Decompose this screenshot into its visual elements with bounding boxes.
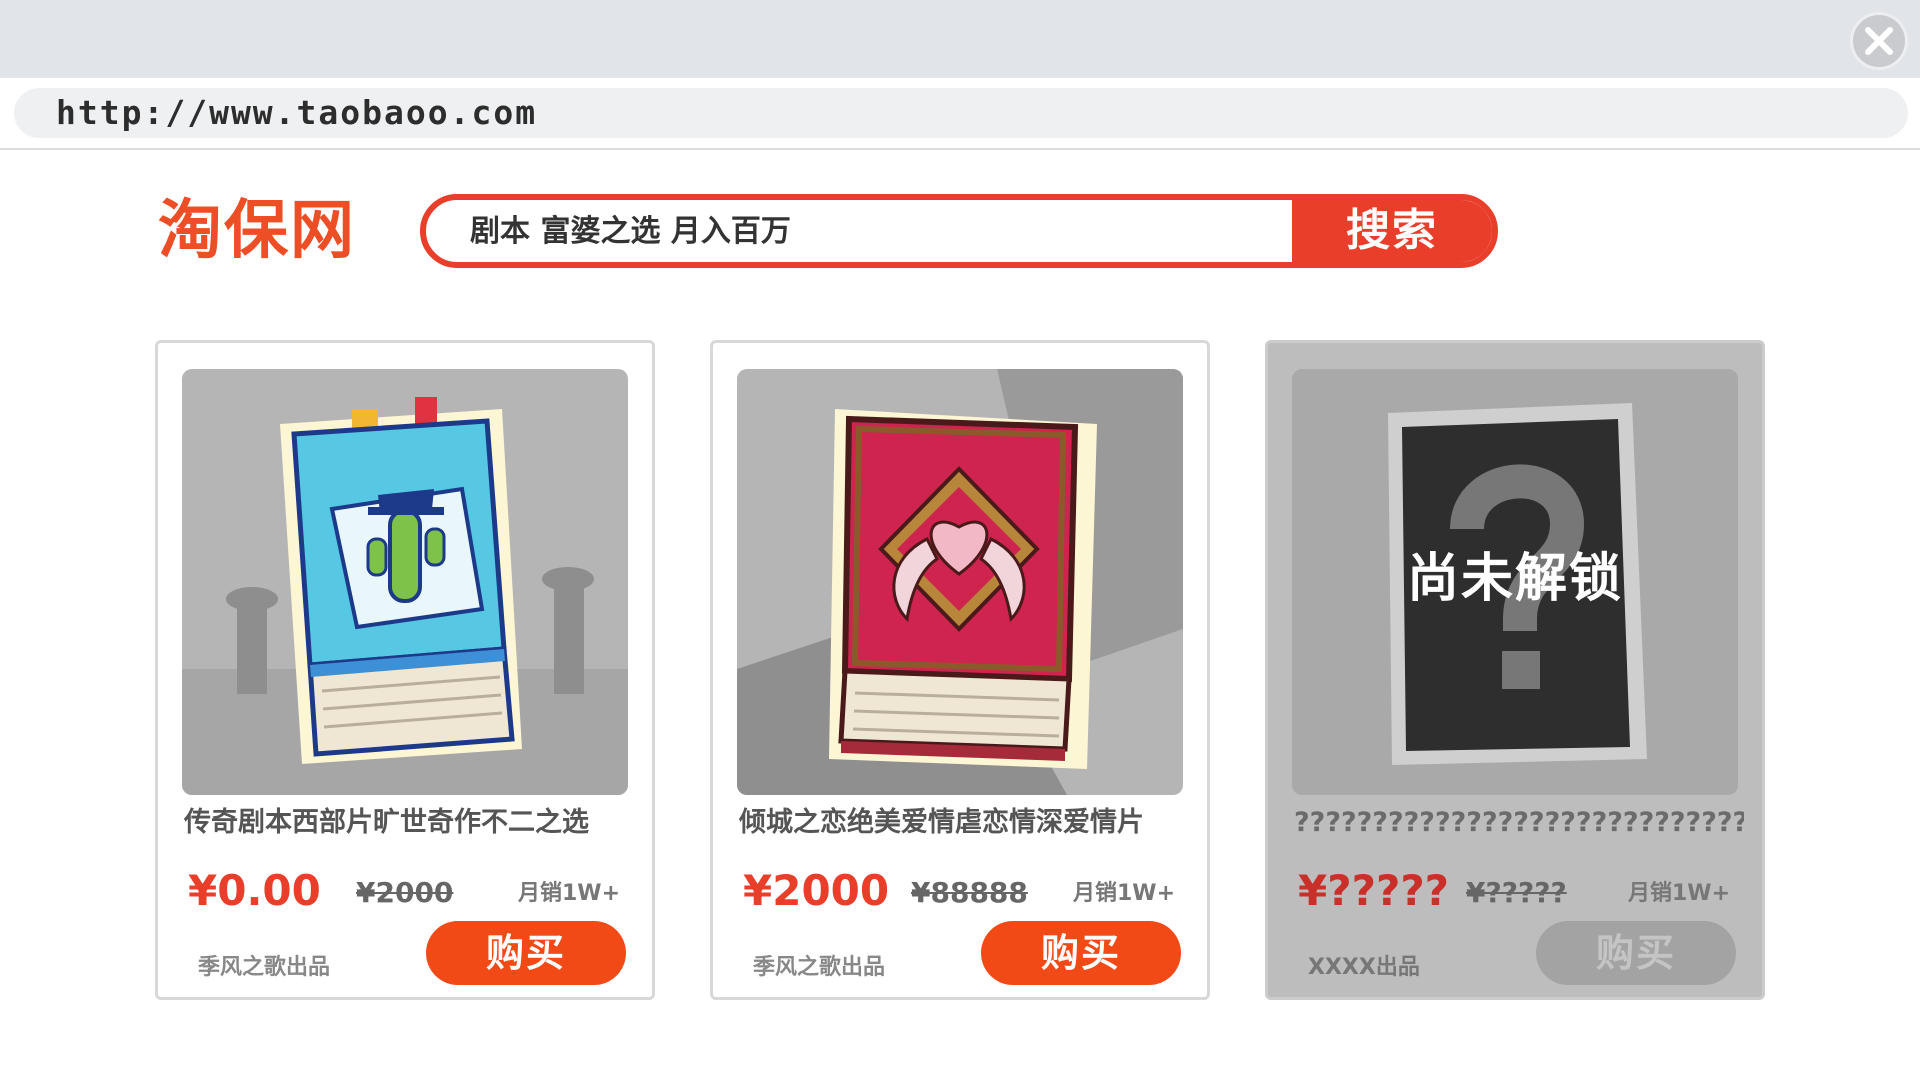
url-text: http://www.taobaoo.com	[56, 93, 538, 132]
product-card: 尚未解锁 ????????????????????????????????? ¥…	[1265, 340, 1765, 1000]
product-maker: 季风之歌出品	[753, 955, 886, 980]
product-title[interactable]: 传奇剧本西部片旷世奇作不二之选	[184, 805, 634, 841]
buy-button[interactable]: 购买	[981, 921, 1181, 985]
close-icon	[1865, 27, 1893, 55]
search-bar[interactable]: 剧本 富婆之选 月入百万 搜索	[420, 194, 1498, 268]
product-price: ¥0.00	[188, 866, 321, 915]
monthly-sales: 月销1W+	[1628, 881, 1731, 906]
product-image[interactable]	[182, 369, 628, 795]
search-input[interactable]: 剧本 富婆之选 月入百万	[470, 212, 791, 252]
original-price: ¥2000	[356, 876, 454, 909]
search-button[interactable]: 搜索	[1292, 200, 1492, 262]
product-card: 倾城之恋绝美爱情虐恋情深爱情片 ¥2000 ¥88888 月销1W+ 季风之歌出…	[710, 340, 1210, 1000]
product-image: 尚未解锁	[1292, 369, 1738, 795]
buy-button[interactable]: 购买	[426, 921, 626, 985]
product-maker: XXXX出品	[1308, 955, 1420, 980]
buy-button-disabled: 购买	[1536, 921, 1736, 985]
price-row: ¥????? ¥????? 月销1W+	[1298, 865, 1738, 917]
site-logo[interactable]: 淘保网	[158, 194, 356, 268]
original-price: ¥?????	[1466, 876, 1567, 909]
divider	[0, 148, 1920, 150]
product-title: ?????????????????????????????????	[1294, 807, 1744, 838]
product-image[interactable]	[737, 369, 1183, 795]
original-price: ¥88888	[911, 876, 1028, 909]
product-price: ¥2000	[743, 866, 890, 915]
address-bar[interactable]: http://www.taobaoo.com	[14, 88, 1908, 138]
locked-label: 尚未解锁	[1406, 549, 1623, 609]
romance-book-icon	[737, 369, 1183, 795]
browser-title-bar	[0, 0, 1920, 78]
western-book-icon	[182, 397, 628, 795]
close-button[interactable]	[1850, 12, 1908, 70]
product-card: 传奇剧本西部片旷世奇作不二之选 ¥0.00 ¥2000 月销1W+ 季风之歌出品…	[155, 340, 655, 1000]
monthly-sales: 月销1W+	[1073, 881, 1176, 906]
price-row: ¥2000 ¥88888 月销1W+	[743, 865, 1183, 917]
monthly-sales: 月销1W+	[518, 881, 621, 906]
price-row: ¥0.00 ¥2000 月销1W+	[188, 865, 628, 917]
product-price: ¥?????	[1298, 866, 1450, 915]
product-maker: 季风之歌出品	[198, 955, 331, 980]
product-title[interactable]: 倾城之恋绝美爱情虐恋情深爱情片	[739, 805, 1189, 841]
